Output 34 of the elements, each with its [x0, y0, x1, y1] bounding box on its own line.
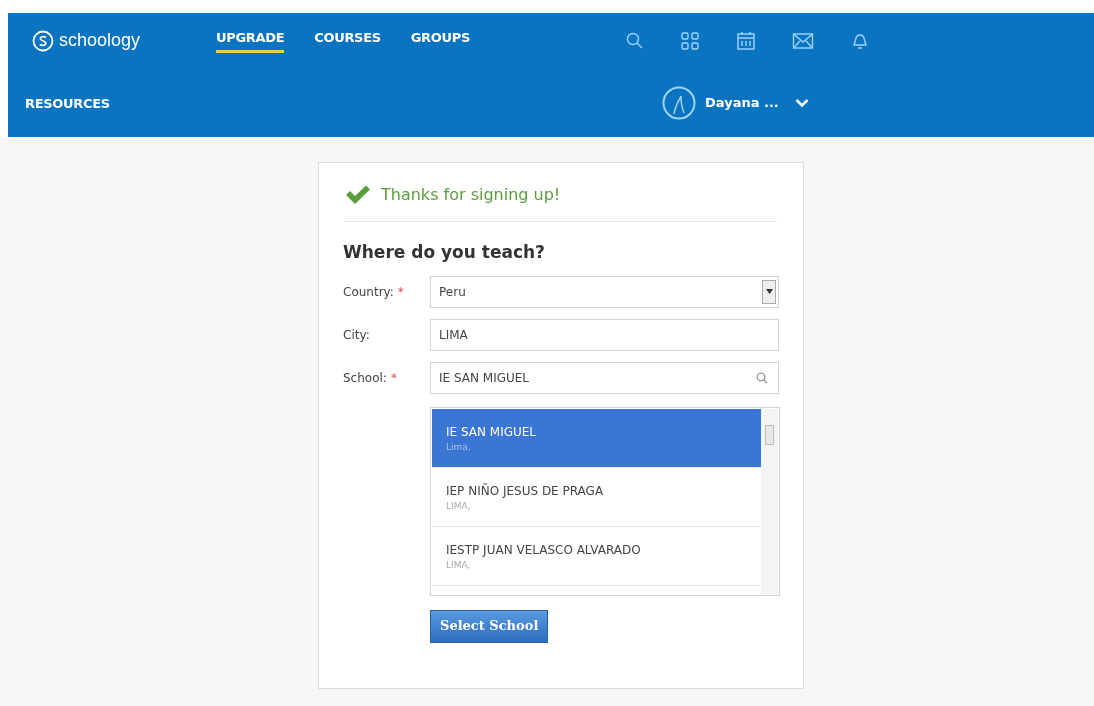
country-select[interactable]: Peru: [430, 275, 779, 308]
school-name: IESTP JUAN VELASCO ALVARADO: [446, 541, 642, 559]
school-option[interactable]: IE SAN MIGUEL Lima,: [432, 408, 761, 468]
nav-link[interactable]: RESOURCES: [25, 95, 110, 117]
mail-icon[interactable]: [791, 31, 814, 50]
select-school-button[interactable]: Select School: [430, 609, 549, 643]
required-mark: *: [390, 369, 397, 387]
field-label: School:: [343, 369, 387, 387]
search-icon[interactable]: [625, 31, 644, 50]
field-label: Country:: [343, 283, 394, 301]
field-label: City:: [343, 326, 370, 344]
school-name: IE SAN MIGUEL: [446, 423, 538, 441]
school-city: LIMA,: [446, 558, 472, 572]
calendar-icon[interactable]: [735, 30, 756, 51]
section-heading: Where do you teach?: [343, 241, 546, 264]
school-city: Lima,: [446, 440, 472, 454]
search-icon: [756, 371, 768, 384]
school-name: IEP NIÑO JESUS DE PRAGA: [446, 482, 605, 500]
nav-link[interactable]: COURSES: [314, 27, 381, 54]
scrollbar[interactable]: [761, 408, 778, 594]
user-name[interactable]: Dayana ...: [705, 92, 779, 113]
success-message: Thanks for signing up!: [381, 184, 561, 206]
grid-icon[interactable]: [679, 30, 700, 51]
nav-link[interactable]: UPGRADE: [216, 27, 285, 54]
chevron-down-icon[interactable]: [794, 97, 809, 108]
input-field[interactable]: LIMA: [430, 318, 779, 351]
school-city: LIMA,: [446, 499, 472, 513]
avatar-icon[interactable]: [662, 85, 696, 120]
logo-icon: [32, 29, 54, 52]
checkmark-icon: [345, 185, 371, 205]
logo-text: schoology: [59, 29, 141, 52]
search-field[interactable]: IE SAN MIGUEL: [430, 361, 779, 394]
nav-link[interactable]: GROUPS: [410, 27, 470, 54]
required-mark: *: [397, 283, 404, 301]
